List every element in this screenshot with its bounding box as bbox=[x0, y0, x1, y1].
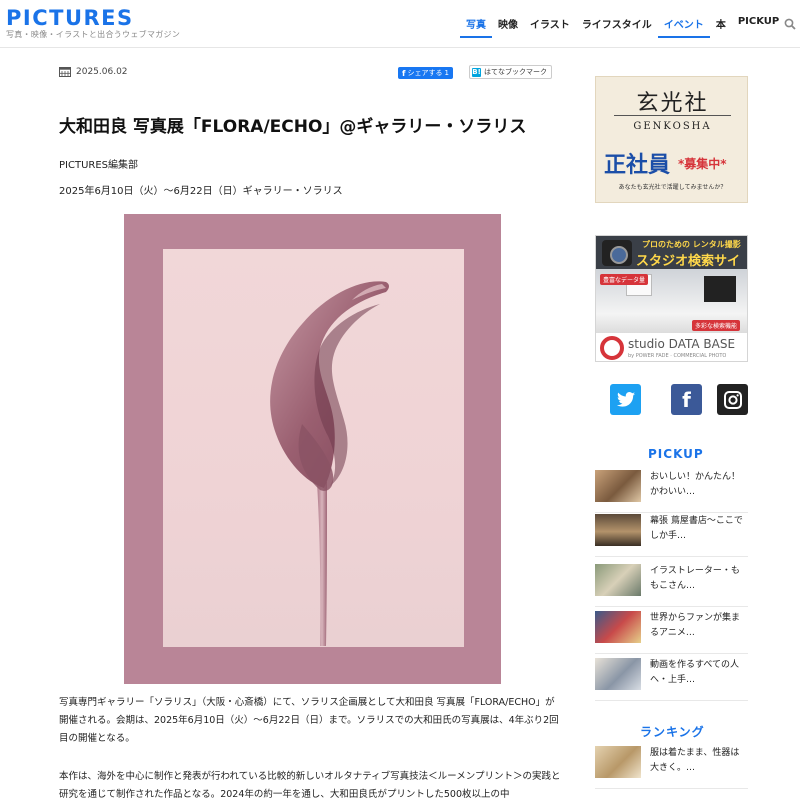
pickup-item-title: 幕張 蔦屋書店〜ここでしか手… bbox=[650, 516, 743, 541]
studio-database-logo-icon bbox=[600, 336, 624, 360]
ad2-badge1: 豊富なデータ量 bbox=[600, 274, 649, 285]
main-nav: 写真 映像 イラスト ライフスタイル イベント 本 PICKUP bbox=[460, 16, 785, 38]
article-main-photo bbox=[124, 214, 501, 684]
ad1-latin: GENKOSHA bbox=[633, 121, 712, 132]
article-author[interactable]: PICTURES編集部 bbox=[59, 156, 138, 171]
post-date: 2025.06.02 bbox=[59, 67, 128, 77]
nav-book[interactable]: 本 bbox=[710, 16, 732, 38]
pickup-thumbnail bbox=[595, 564, 641, 596]
pickup-thumbnail bbox=[595, 514, 641, 546]
calla-lily-image bbox=[270, 281, 389, 646]
nav-lifestyle[interactable]: ライフスタイル bbox=[576, 16, 658, 38]
search-icon[interactable] bbox=[784, 18, 796, 30]
studio-database-banner[interactable]: プロのための レンタル撮影 スタジオ検索サイト 豊富なデータ量 多彩な検索機能 … bbox=[595, 235, 748, 362]
site-header: PICTURES 写真・映像・イラストと出合うウェブマガジン 写真 映像 イラス… bbox=[0, 0, 800, 48]
pickup-item-title: 動画を作るすべての人へ・上手… bbox=[650, 660, 740, 685]
ranking-item-title: 服は着たまま、性器は大きく。… bbox=[650, 748, 740, 773]
ad1-recruit: *募集中* bbox=[678, 157, 727, 171]
pickup-thumbnail bbox=[595, 658, 641, 690]
ad1-kanji: 玄光社 bbox=[636, 91, 709, 116]
nav-pickup[interactable]: PICKUP bbox=[732, 16, 785, 38]
ad2-brand-sub: by POWER FADE · COMMERCIAL PHOTO bbox=[628, 353, 727, 359]
pickup-heading: PICKUP bbox=[648, 447, 704, 461]
hatena-icon: B! bbox=[472, 67, 481, 77]
ad1-subtext: あなたも玄光社で活躍してみませんか？ bbox=[618, 184, 727, 191]
article-paragraph-2: 本作は、海外を中心に制作と発表が行われている比較的新しいオルタナティブ写真技法＜… bbox=[59, 771, 561, 800]
genkosha-recruit-banner[interactable]: 玄光社 GENKOSHA 正社員 *募集中* あなたも玄光社で活躍してみませんか… bbox=[595, 76, 748, 203]
calendar-icon bbox=[59, 67, 71, 77]
pickup-item[interactable]: イラストレーター・ももこさん… bbox=[595, 564, 748, 607]
pickup-item[interactable]: 動画を作るすべての人へ・上手… bbox=[595, 658, 748, 701]
instagram-icon[interactable] bbox=[717, 384, 748, 415]
hatena-bookmark-button[interactable]: B! はてなブックマーク bbox=[469, 65, 552, 79]
ad2-badge2: 多彩な検索機能 bbox=[692, 320, 741, 331]
facebook-share-label: シェアする bbox=[407, 69, 443, 77]
studio-light-icon bbox=[704, 276, 736, 302]
facebook-share-button[interactable]: f シェアする 1 bbox=[398, 67, 453, 79]
ad2-line1: プロのための レンタル撮影 bbox=[642, 240, 741, 249]
nav-illust[interactable]: イラスト bbox=[524, 16, 576, 38]
ad1-rule bbox=[614, 115, 731, 116]
site-tagline: 写真・映像・イラストと出合うウェブマガジン bbox=[6, 30, 181, 39]
camera-icon bbox=[602, 240, 632, 266]
ranking-item[interactable]: 服は着たまま、性器は大きく。… bbox=[595, 746, 748, 789]
pickup-thumbnail bbox=[595, 611, 641, 643]
twitter-icon[interactable] bbox=[610, 384, 641, 415]
ranking-heading: ランキング bbox=[640, 725, 705, 739]
pickup-item[interactable]: 幕張 蔦屋書店〜ここでしか手… bbox=[595, 514, 748, 557]
event-period: 2025年6月10日（火）〜6月22日（日）ギャラリー・ソラリス bbox=[59, 186, 343, 197]
pickup-item[interactable]: 世界からファンが集まるアニメ… bbox=[595, 611, 748, 654]
ad1-headline: 正社員 bbox=[604, 153, 671, 178]
facebook-icon: f bbox=[402, 68, 406, 78]
ranking-thumbnail bbox=[595, 746, 641, 778]
hatena-bookmark-label: はてなブックマーク bbox=[484, 68, 547, 76]
pickup-thumbnail bbox=[595, 470, 641, 502]
nav-event[interactable]: イベント bbox=[657, 16, 710, 38]
nav-photo[interactable]: 写真 bbox=[460, 16, 492, 38]
nav-video[interactable]: 映像 bbox=[492, 16, 524, 38]
site-logo[interactable]: PICTURES bbox=[6, 6, 134, 30]
pickup-item-title: 世界からファンが集まるアニメ… bbox=[650, 613, 741, 638]
pickup-item-title: イラストレーター・ももこさん… bbox=[650, 566, 740, 591]
facebook-page-icon[interactable]: f bbox=[671, 384, 702, 415]
article-paragraph-1: 写真専門ギャラリー「ソラリス」（大阪・心斎橋）にて、ソラリス企画展として大和田良… bbox=[59, 697, 559, 744]
pickup-item-title: おいしい！かんたん！かわいい… bbox=[650, 472, 741, 497]
article-title: 大和田良 写真展「FLORA/ECHO」@ギャラリー・ソラリス bbox=[59, 117, 527, 137]
ad2-brand: studio DATA BASE bbox=[628, 337, 736, 351]
pickup-item[interactable]: おいしい！かんたん！かわいい… bbox=[595, 470, 748, 513]
facebook-share-count: 1 bbox=[444, 69, 449, 77]
post-date-text: 2025.06.02 bbox=[76, 67, 128, 77]
